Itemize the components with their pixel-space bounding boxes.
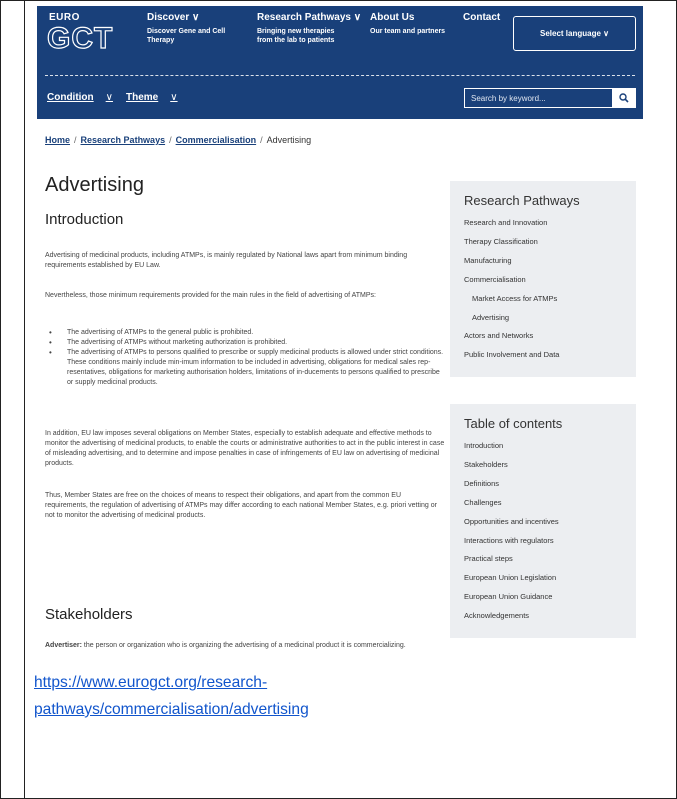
sidebar-item-advertising[interactable]: Advertising (464, 309, 622, 328)
select-language-button[interactable]: Select language ∨ (513, 16, 636, 51)
toc-item-introduction[interactable]: Introduction (464, 437, 622, 456)
advertiser-term: Advertiser: (45, 642, 82, 649)
nav-research-pathways-label: Research Pathways ∨ (257, 12, 362, 23)
breadcrumb-commercialisation[interactable]: Commercialisation (176, 135, 257, 145)
nav-discover-sub-1: Discover Gene and Cell (147, 28, 226, 35)
nav-about-us[interactable]: About Us Our team and partners (370, 12, 445, 36)
filter-condition-label: Condition (47, 92, 94, 103)
logo-gct-text[interactable]: GCT (46, 21, 113, 56)
breadcrumb-research-pathways[interactable]: Research Pathways (81, 135, 166, 145)
toc-item-acknowledgements[interactable]: Acknowledgements (464, 607, 622, 626)
toc-item-definitions[interactable]: Definitions (464, 475, 622, 494)
nav-research-pathways-sub-2: from the lab to patients (257, 37, 335, 44)
nav-contact-label: Contact (463, 12, 501, 23)
paragraph-requirements: Nevertheless, those minimum requirements… (45, 292, 376, 299)
breadcrumb-separator: / (260, 135, 263, 145)
list-item: The advertising of ATMPs without marketi… (45, 338, 445, 348)
nav-contact[interactable]: Contact (463, 12, 500, 23)
list-item: The advertising of ATMPs to persons qual… (45, 348, 445, 388)
breadcrumb-separator: / (169, 135, 172, 145)
search-bar (464, 88, 636, 108)
list-item: The advertising of ATMPs to the general … (45, 328, 445, 338)
nav-discover-label: Discover ∨ (147, 12, 200, 23)
paragraph-advertiser: Advertiser: the person or organization w… (45, 641, 445, 651)
toc-item-challenges[interactable]: Challenges (464, 494, 622, 513)
toc-item-interactions[interactable]: Interactions with regulators (464, 532, 622, 551)
url-line-2: pathways/commercialisation/advertising (34, 701, 309, 718)
advertiser-definition: the person or organization who is organi… (81, 642, 406, 649)
search-icon (619, 93, 629, 103)
site-header: EURO GCT Discover ∨ Discover Gene and Ce… (37, 6, 643, 119)
toc-title: Table of contents (464, 416, 563, 431)
breadcrumb-separator: / (74, 135, 77, 145)
toc-item-opportunities[interactable]: Opportunities and incentives (464, 513, 622, 532)
sidebar-item-actors-networks[interactable]: Actors and Networks (464, 327, 622, 346)
table-cell-divider (24, 0, 25, 799)
bullet-list: The advertising of ATMPs to the general … (45, 328, 445, 388)
filter-theme[interactable]: Theme ∨ (126, 92, 178, 103)
nav-discover[interactable]: Discover ∨ Discover Gene and Cell Therap… (147, 12, 225, 45)
paragraph-member-states: Thus, Member States are free on the choi… (45, 492, 437, 519)
nav-research-pathways-sub-1: Bringing new therapies (257, 28, 335, 35)
filter-theme-label: Theme (126, 92, 159, 103)
paragraph-intro: Advertising of medicinal products, inclu… (45, 252, 408, 269)
breadcrumb-current: Advertising (266, 135, 312, 145)
paragraph-eu-obligations: In addition, EU law imposes several obli… (45, 430, 445, 467)
sidebar-item-public-involvement[interactable]: Public Involvement and Data (464, 346, 622, 365)
chevron-down-icon: ∨ (105, 92, 113, 103)
sidebar-item-manufacturing[interactable]: Manufacturing (464, 252, 622, 271)
section-heading-introduction: Introduction (45, 211, 124, 228)
breadcrumb: Home / Research Pathways / Commercialisation… (45, 135, 311, 145)
webpage-screenshot: EURO GCT Discover ∨ Discover Gene and Ce… (37, 6, 643, 662)
sidebar-pathways-title: Research Pathways (464, 193, 580, 208)
header-divider (45, 75, 635, 76)
toc-item-practical-steps[interactable]: Practical steps (464, 550, 622, 569)
toc-item-eu-guidance[interactable]: European Union Guidance (464, 588, 622, 607)
filter-condition[interactable]: Condition ∨ (47, 92, 113, 103)
search-input[interactable] (464, 88, 612, 108)
url-line-1: https://www.eurogct.org/research- (34, 674, 268, 691)
source-url-link[interactable]: https://www.eurogct.org/research- pathwa… (34, 669, 634, 723)
search-button[interactable] (612, 88, 636, 108)
nav-about-us-sub: Our team and partners (370, 28, 446, 35)
page-title: Advertising (45, 174, 144, 196)
nav-discover-sub-2: Therapy (147, 37, 175, 44)
sidebar-item-research-innovation[interactable]: Research and Innovation (464, 214, 622, 233)
breadcrumb-home[interactable]: Home (45, 135, 70, 145)
section-heading-stakeholders: Stakeholders (45, 606, 133, 623)
sidebar-item-market-access[interactable]: Market Access for ATMPs (464, 290, 622, 309)
nav-about-us-label: About Us (370, 12, 415, 23)
chevron-down-icon: ∨ (170, 92, 178, 103)
sidebar-research-pathways: Research Pathways Research and Innovatio… (450, 181, 636, 378)
nav-research-pathways[interactable]: Research Pathways ∨ Bringing new therapi… (257, 12, 361, 45)
sidebar-table-of-contents: Table of contents Introduction Stakehold… (450, 404, 636, 639)
sidebar-item-commercialisation[interactable]: Commercialisation (464, 271, 622, 290)
sidebar-item-therapy-classification[interactable]: Therapy Classification (464, 233, 622, 252)
toc-item-eu-legislation[interactable]: European Union Legislation (464, 569, 622, 588)
toc-item-stakeholders[interactable]: Stakeholders (464, 456, 622, 475)
